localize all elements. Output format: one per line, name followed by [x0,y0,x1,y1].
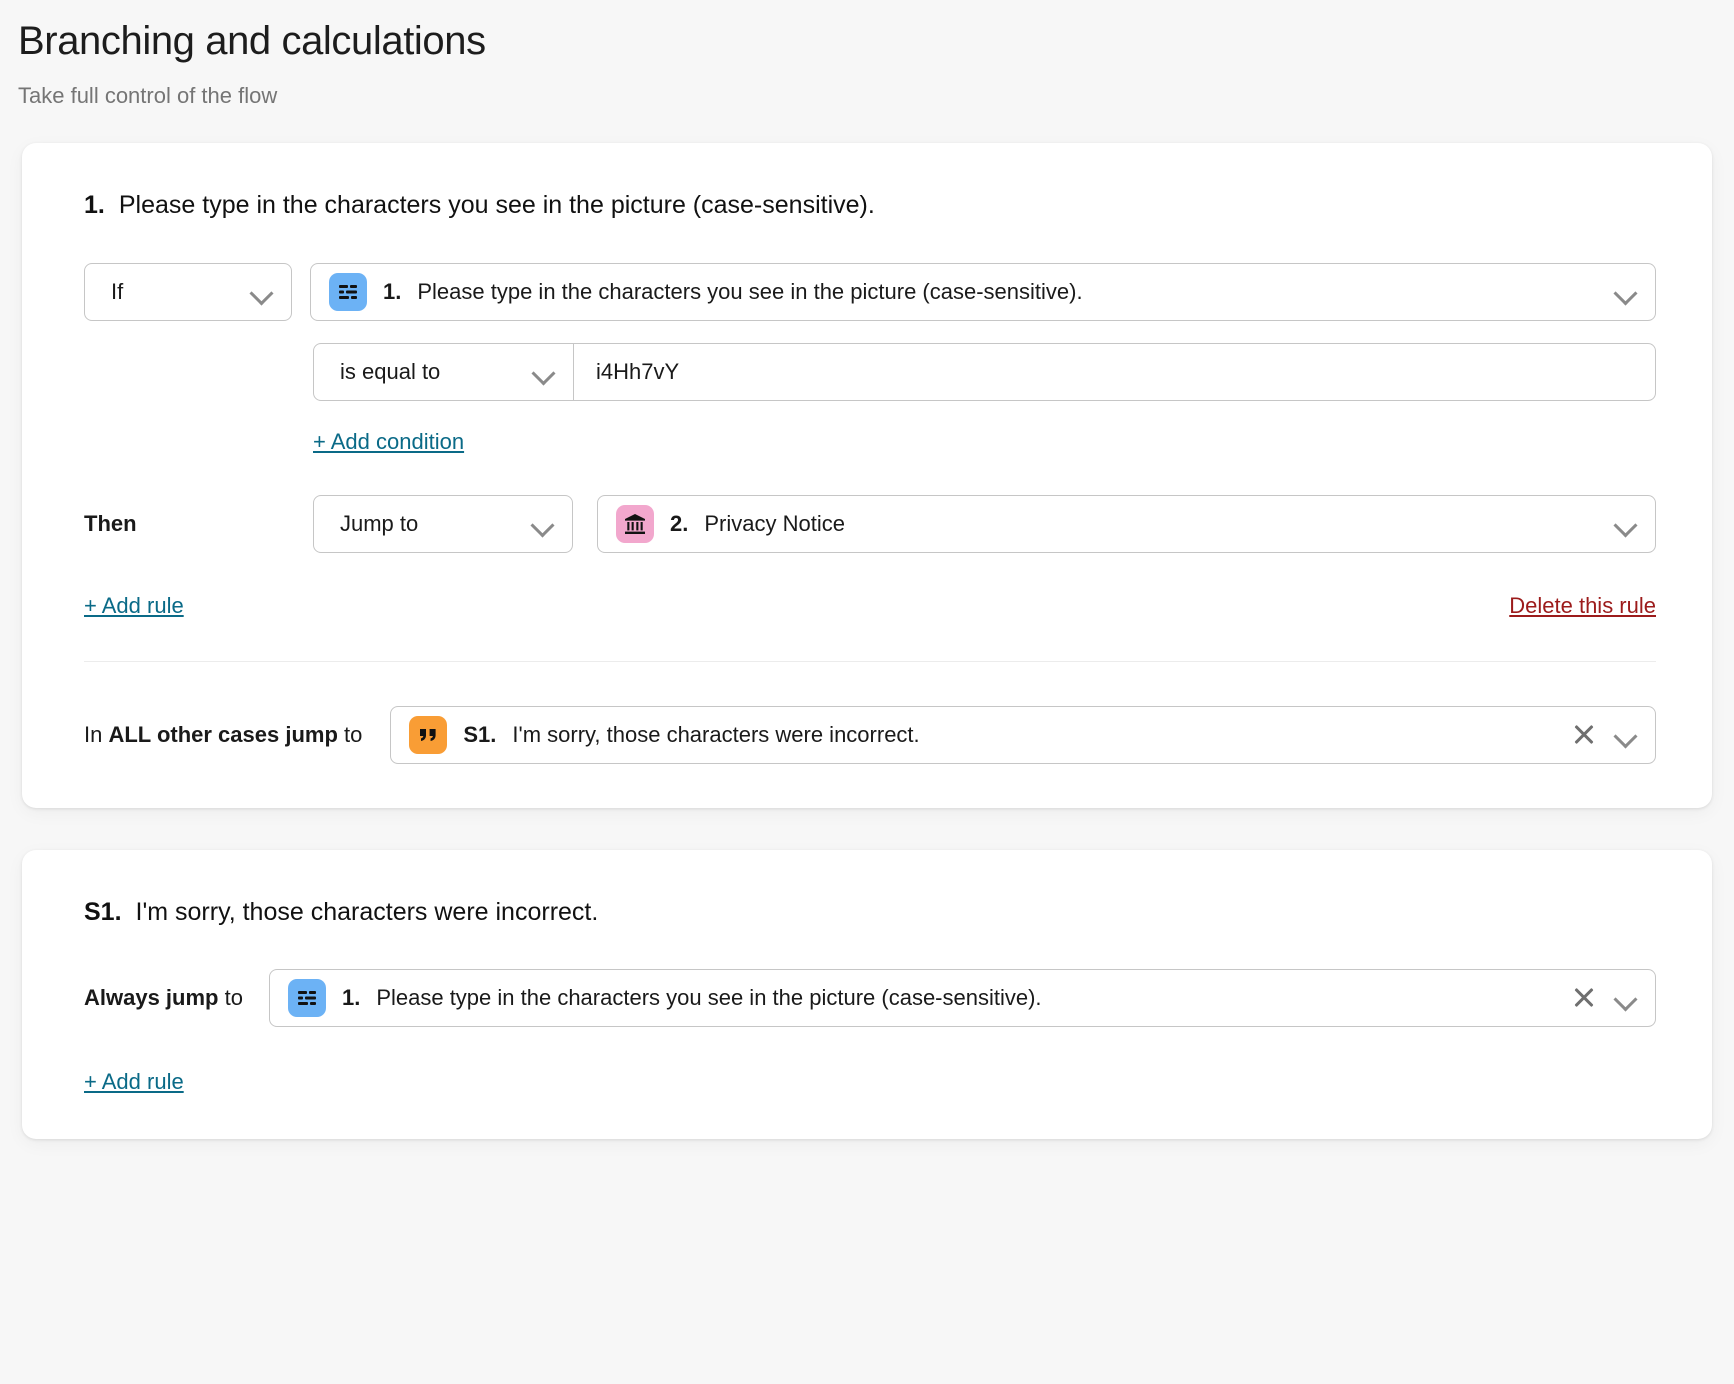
statement-rule-actions-row: + Add rule [84,1069,1656,1095]
statement-text: I'm sorry, those characters were incorre… [135,898,599,927]
fallback-label-prefix: In [84,722,109,748]
rules-card-question: 1. Please type in the characters you see… [84,189,1656,222]
question-number: 1. [84,190,105,219]
chevron-down-icon [530,511,556,537]
rule-actions-row: + Add rule Delete this rule [84,593,1656,619]
statement-number: S1. [84,898,122,927]
statement-card: S1. I'm sorry, those characters were inc… [22,850,1712,1139]
if-field-select[interactable]: 1. Please type in the characters you see… [310,263,1656,322]
page-subtitle: Take full control of the flow [18,83,278,109]
clear-icon[interactable] [1569,983,1599,1013]
short-text-icon [329,273,367,312]
if-field-number: 1. [383,279,402,305]
if-connector-value: If [111,279,124,305]
always-target-select[interactable]: 1. Please type in the characters you see… [268,968,1656,1027]
add-condition-row: + Add condition [84,429,1656,455]
then-target-select[interactable]: 2. Privacy Notice [597,495,1656,554]
fallback-label-bold: ALL other cases jump [108,722,338,748]
fallback-target-number: S1. [463,722,497,748]
chevron-down-icon [1613,511,1639,537]
page-header: Branching and calculations Take full con… [0,0,1734,110]
if-connector-select[interactable]: If [84,263,292,322]
legal-icon [616,505,654,544]
then-label: Then [84,511,137,537]
add-rule-link[interactable]: + Add rule [84,1069,184,1095]
condition-value-input[interactable] [574,344,1655,401]
rules-card: 1. Please type in the characters you see… [22,142,1712,809]
delete-rule-link[interactable]: Delete this rule [1509,593,1656,619]
question-text: Please type in the characters you see in… [118,190,875,219]
always-jump-label-bold: Always jump [84,984,219,1010]
always-jump-label-suffix: to [218,984,243,1010]
fallback-label-suffix: to [337,722,363,748]
page-title: Branching and calculations [18,19,486,63]
branching-page: Branching and calculations Take full con… [0,0,1734,1384]
always-jump-row: Always jump to 1. Please type in the cha… [84,968,1656,1027]
then-action-value: Jump to [340,511,419,537]
add-condition-link[interactable]: + Add condition [313,429,464,455]
then-row: Then Jump to 2. Privacy Notice [84,495,1656,554]
clear-icon[interactable] [1569,720,1599,750]
chevron-down-icon [1613,279,1639,305]
if-row: If 1. Please type in the characters you … [84,263,1656,322]
chevron-down-icon [531,359,557,385]
then-target-number: 2. [670,511,689,537]
fallback-target-select[interactable]: S1. I'm sorry, those characters were inc… [390,706,1656,765]
then-action-select[interactable]: Jump to [313,495,573,554]
chevron-down-icon [1613,722,1639,748]
fallback-row: In ALL other cases jump to S1. I'm sorry… [84,706,1656,765]
always-target-label: Please type in the characters you see in… [376,984,1042,1010]
statement-card-question: S1. I'm sorry, those characters were inc… [84,896,1656,929]
always-jump-label: Always jump to [84,985,243,1011]
divider [84,661,1656,663]
cards-container: 1. Please type in the characters you see… [0,142,1734,1139]
statement-icon [409,716,448,755]
add-rule-link[interactable]: + Add rule [84,593,184,619]
condition-row: is equal to [84,343,1656,402]
fallback-target-label: I'm sorry, those characters were incorre… [512,722,920,748]
condition-operator-value: is equal to [340,359,441,385]
always-target-number: 1. [341,984,361,1010]
chevron-down-icon [249,279,275,305]
fallback-label: In ALL other cases jump to [84,722,362,748]
condition-operator-select[interactable]: is equal to [314,344,574,401]
then-target-label: Privacy Notice [704,511,845,537]
short-text-icon [287,978,326,1017]
chevron-down-icon [1613,985,1639,1011]
if-field-label: Please type in the characters you see in… [417,279,1083,305]
